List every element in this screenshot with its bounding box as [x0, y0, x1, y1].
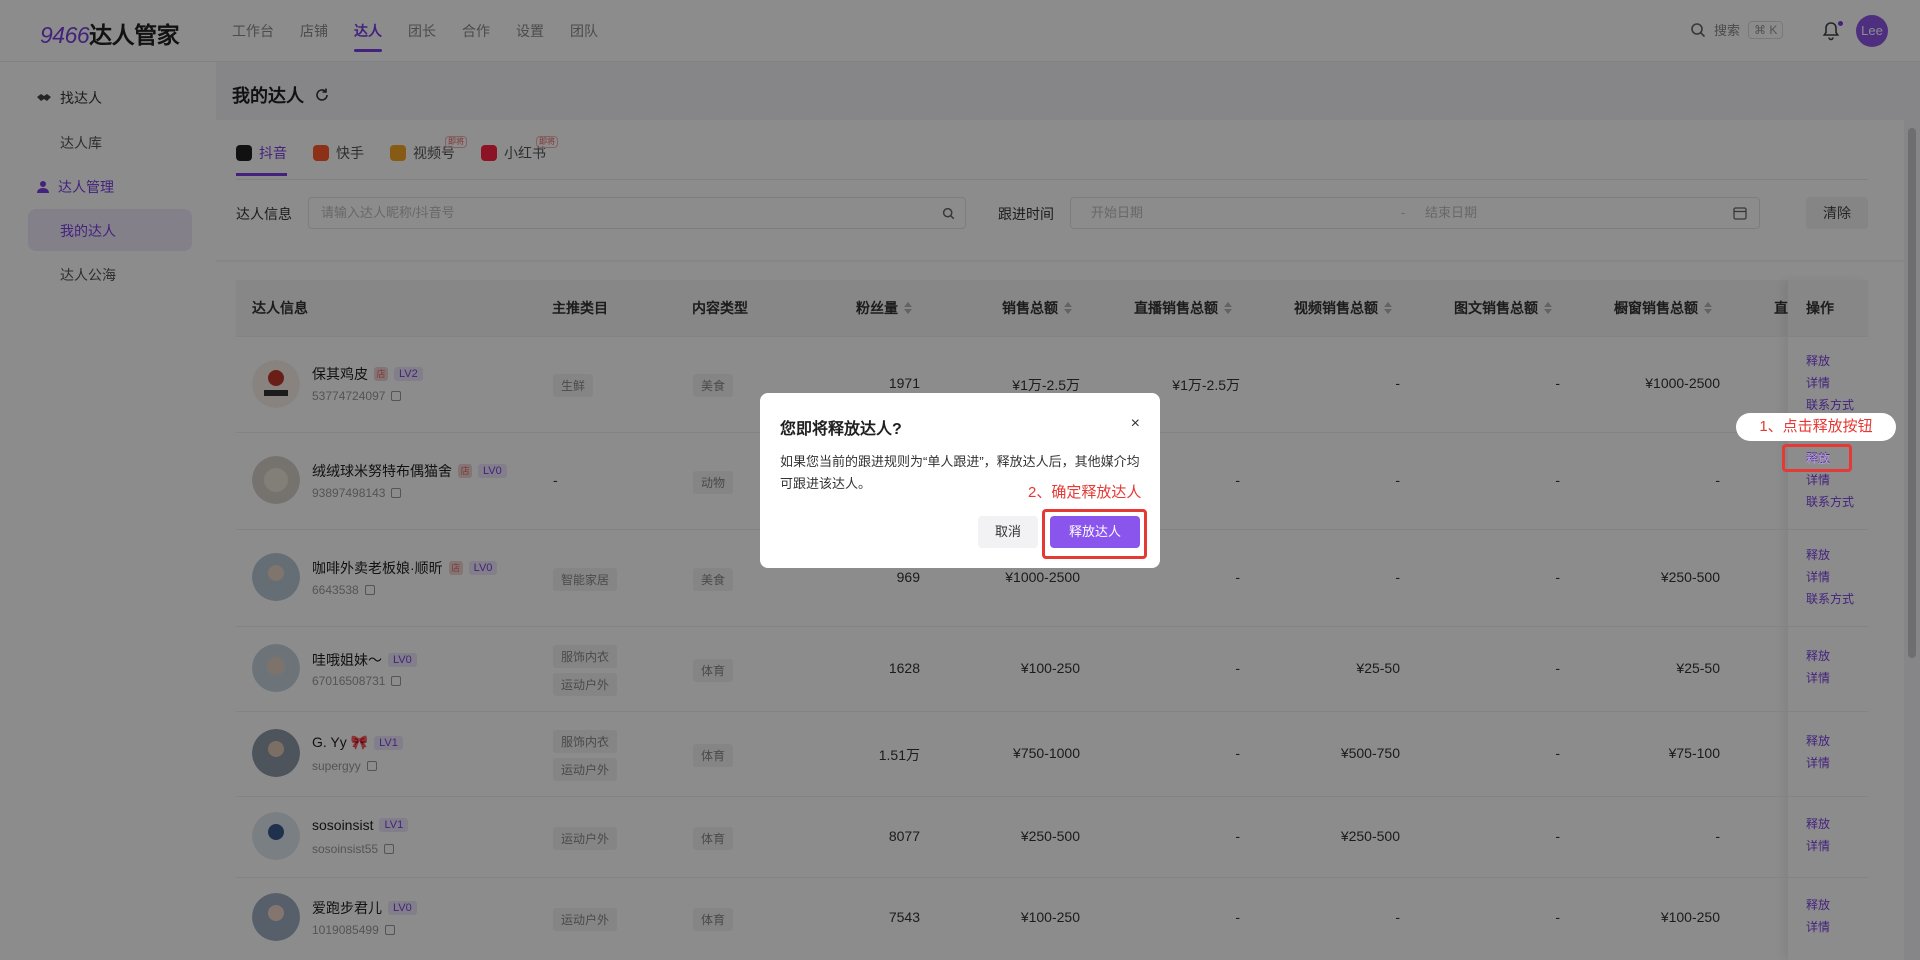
step2-annotation: 2、确定释放达人 — [1028, 484, 1142, 501]
confirm-highlight-box — [1042, 509, 1147, 559]
cancel-button[interactable]: 取消 — [978, 516, 1038, 548]
highlighted-release-link[interactable]: 释放 — [1806, 448, 1830, 470]
step1-annotation: 1、点击释放按钮 — [1736, 413, 1896, 441]
dialog-title: 您即将释放达人? — [780, 421, 902, 438]
close-icon[interactable]: × — [1131, 415, 1140, 433]
